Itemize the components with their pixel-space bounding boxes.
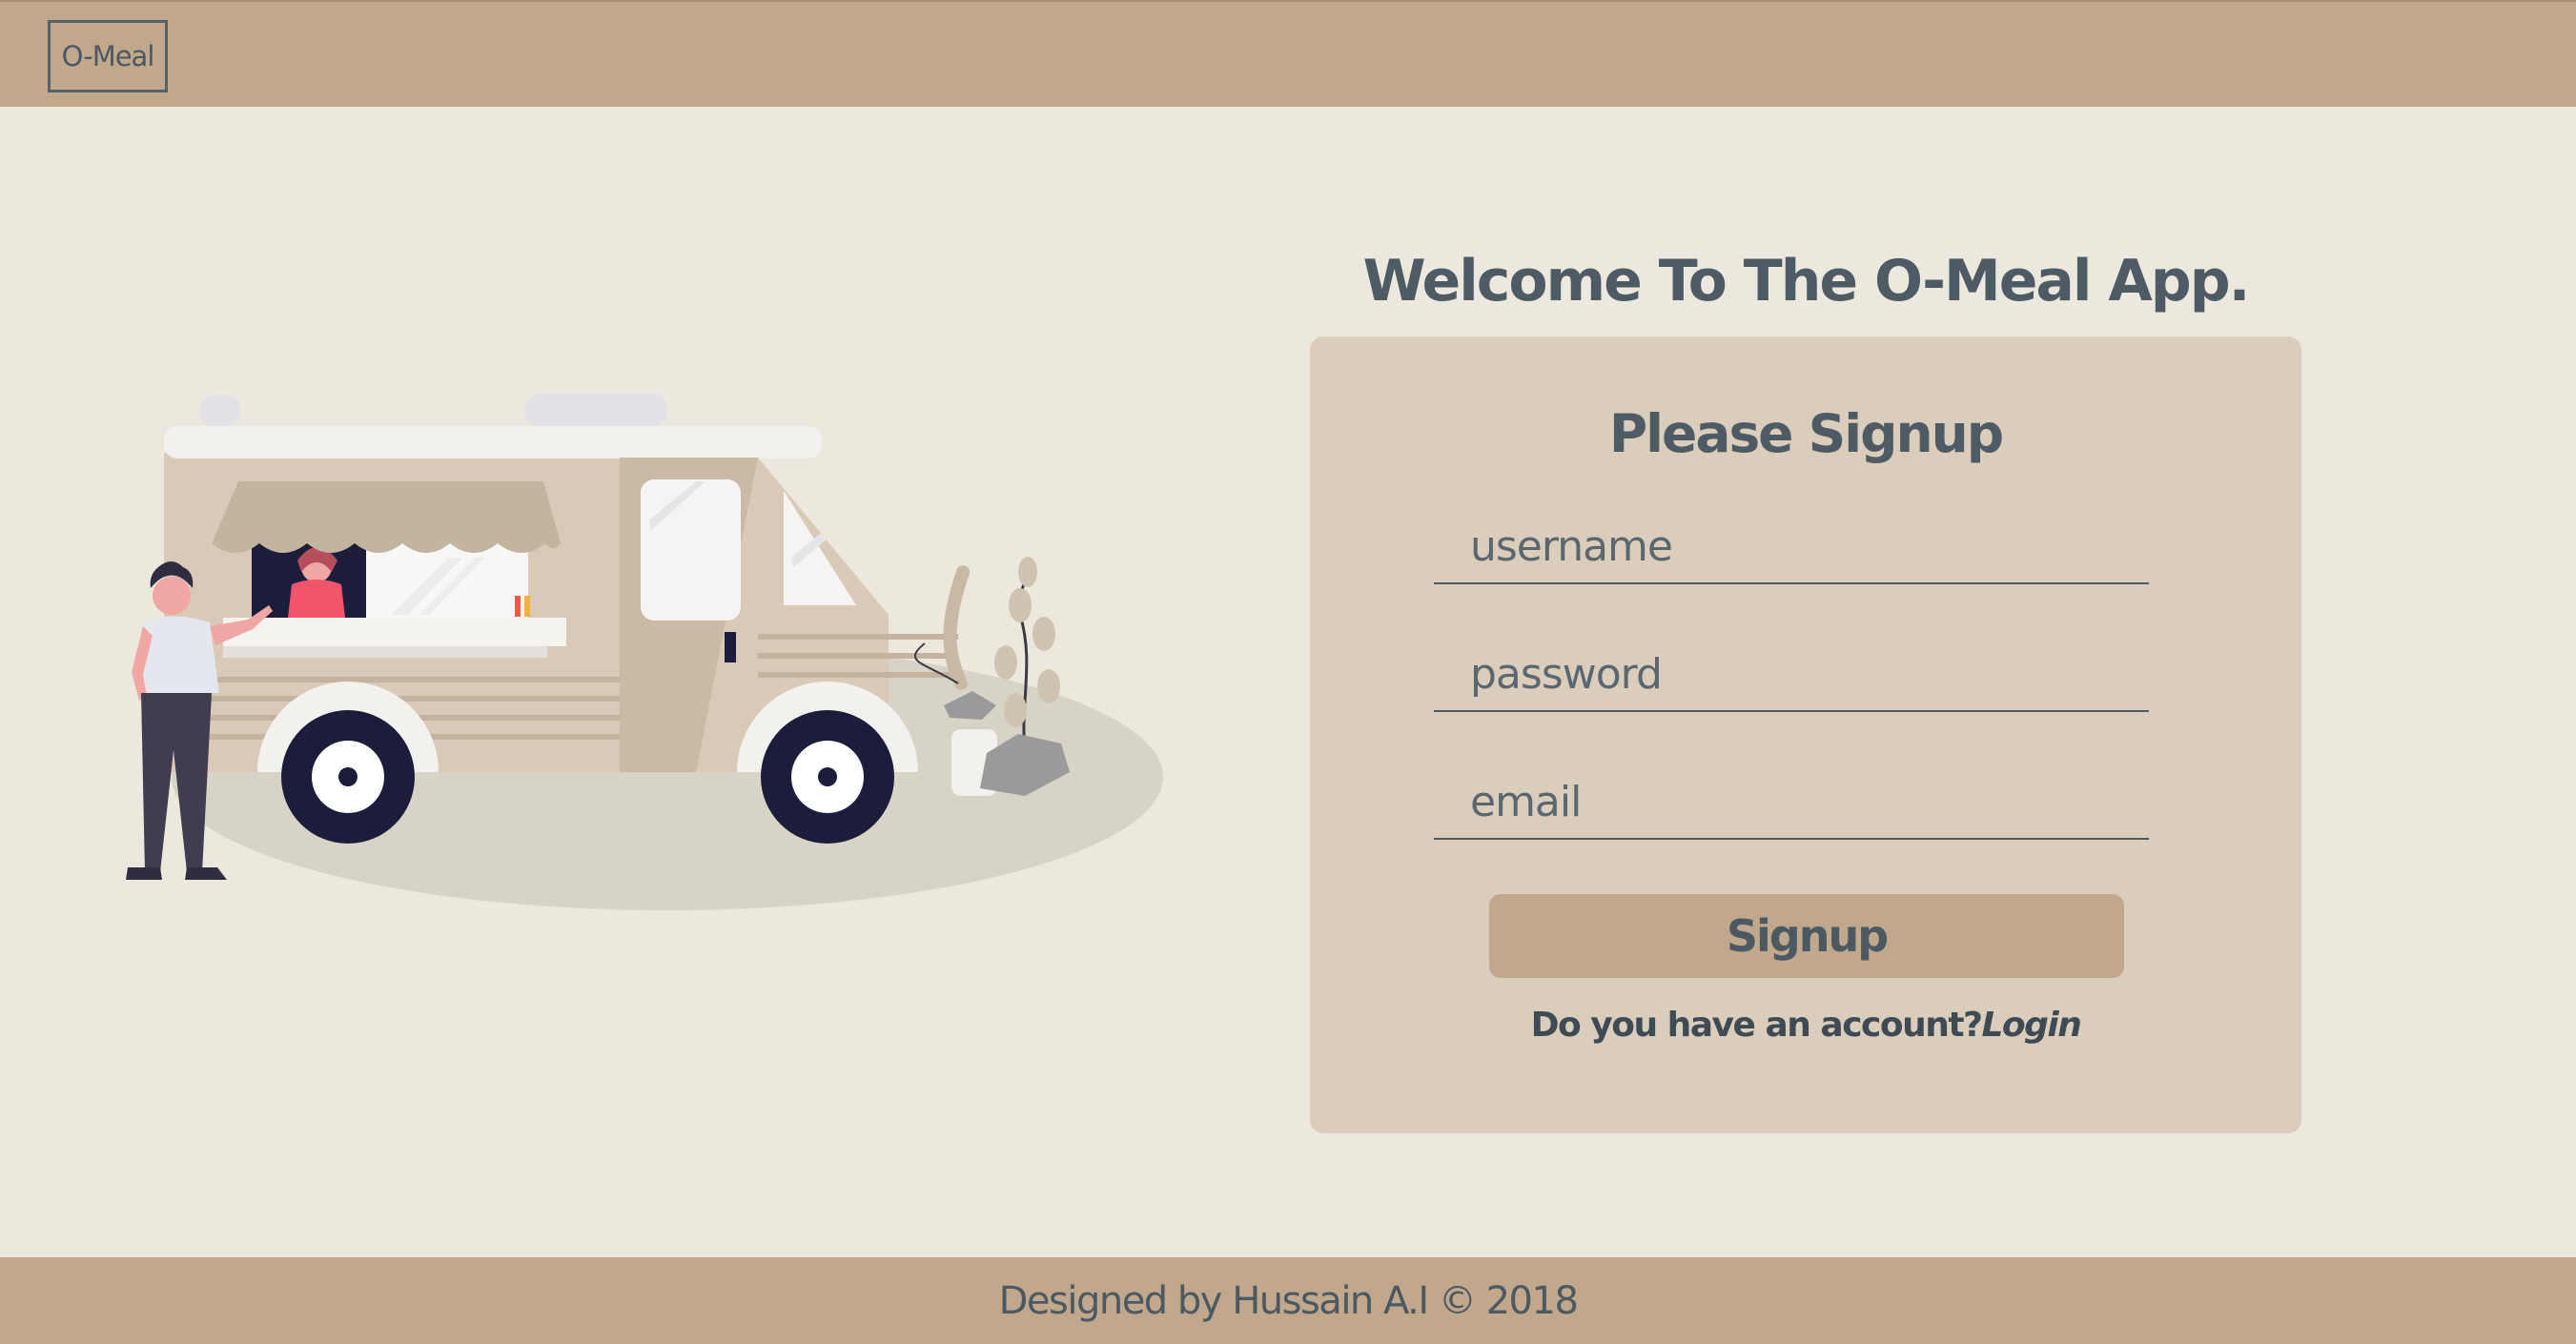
footer-credit: Designed by Hussain A.I © 2018: [998, 1278, 1579, 1323]
welcome-heading: Welcome To The O-Meal App.: [1362, 248, 2251, 316]
navbar: O-Meal: [0, 0, 2576, 107]
signup-title: Please Signup: [1608, 403, 2004, 464]
password-input[interactable]: [1434, 638, 2149, 712]
truck-awning: [212, 481, 561, 543]
signup-button[interactable]: Signup: [1489, 894, 2124, 978]
account-prompt: Do you have an account?Login: [1310, 1006, 2301, 1045]
footer: Designed by Hussain A.I © 2018: [0, 1257, 2576, 1344]
brand-logo-link[interactable]: O-Meal: [48, 20, 168, 92]
login-link[interactable]: Login: [1981, 1006, 2081, 1045]
signup-card: Please Signup Signup Do you have an acco…: [1310, 336, 2301, 1133]
username-input[interactable]: [1434, 510, 2149, 584]
account-question: Do you have an account?: [1530, 1006, 1983, 1045]
man-head: [153, 577, 191, 615]
email-input[interactable]: [1434, 765, 2149, 840]
food-truck-illustration: [126, 394, 1163, 910]
